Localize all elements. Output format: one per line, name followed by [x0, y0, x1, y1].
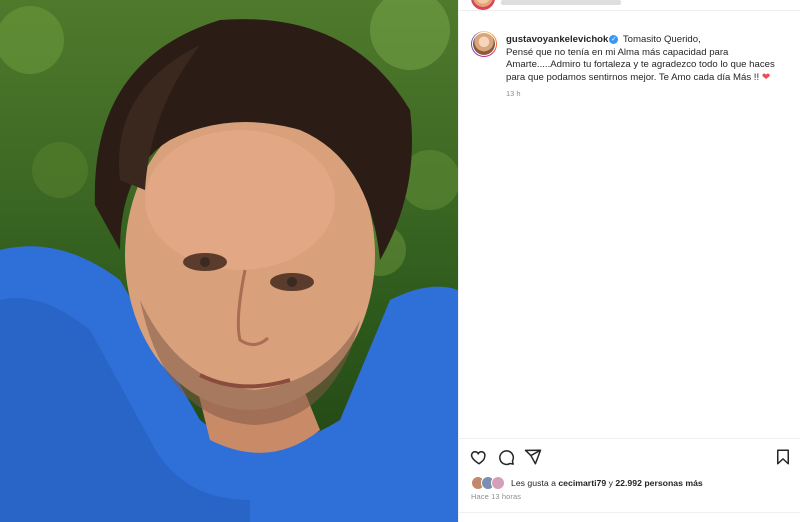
likes-middle: y	[606, 478, 616, 488]
paper-plane-icon	[524, 449, 542, 465]
like-button[interactable]	[469, 447, 489, 467]
likes-prefix: Les gusta a	[511, 478, 559, 488]
caption-line-4: para que podamos sentirnos mejor. Te Amo…	[506, 71, 760, 83]
post-photo[interactable]	[0, 0, 458, 522]
bookmark-icon	[777, 449, 789, 465]
avatar-image	[472, 32, 496, 56]
caption-line-3: Amarte.....Admiro tu fortaleza y te agra…	[506, 59, 775, 71]
post-side-panel: gustavoyankelevichok ✓ Tomasito Querido, …	[458, 0, 800, 522]
caption-line-1: Tomasito Querido,	[622, 34, 701, 45]
likes-summary[interactable]: Les gusta a cecimarti79 y 22.992 persona…	[471, 476, 703, 490]
comment-box-divider	[459, 512, 800, 513]
likes-text: Les gusta a cecimarti79 y 22.992 persona…	[511, 478, 703, 488]
post-header-partial	[459, 0, 800, 11]
comment-button[interactable]	[496, 447, 516, 467]
portrait-image	[0, 0, 458, 522]
caption-username[interactable]: gustavoyankelevichok	[506, 34, 608, 45]
post-caption: gustavoyankelevichok ✓ Tomasito Querido, …	[506, 34, 791, 84]
share-button[interactable]	[523, 447, 543, 467]
caption-time[interactable]: 13 h	[506, 89, 521, 98]
red-heart-emoji: ❤	[761, 71, 771, 83]
liker-avatar	[491, 476, 505, 490]
post-date[interactable]: Hace 13 horas	[471, 492, 521, 501]
verified-badge-icon: ✓	[609, 34, 619, 44]
caption-line-2: Pensé que no tenía en mi Alma más capaci…	[506, 46, 729, 58]
header-avatar[interactable]	[471, 0, 495, 10]
liker-username[interactable]: cecimarti79	[558, 478, 606, 488]
save-button[interactable]	[773, 447, 793, 467]
caption-avatar[interactable]	[471, 31, 497, 57]
actions-divider	[459, 438, 800, 439]
header-username-fragment	[501, 0, 621, 5]
likes-count[interactable]: 22.992 personas más	[615, 478, 702, 488]
heart-outline-icon	[470, 450, 486, 465]
comment-icon	[499, 450, 515, 466]
